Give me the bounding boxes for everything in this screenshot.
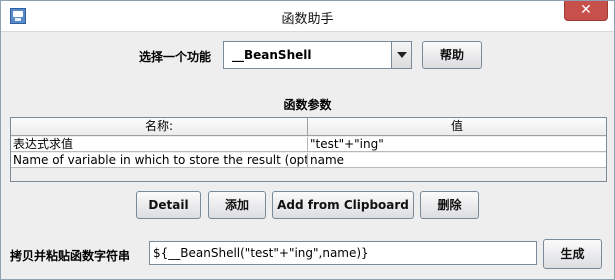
detail-button[interactable]: Detail bbox=[136, 191, 201, 219]
param-value-cell[interactable]: "test"+"ing" bbox=[308, 137, 606, 152]
column-header-name[interactable]: 名称: bbox=[11, 118, 308, 136]
function-params-title: 函数参数 bbox=[283, 98, 332, 112]
function-helper-dialog: 函数助手 ✕ 选择一个功能 __BeanShell 帮助 函数参数 名称: 值 … bbox=[0, 0, 615, 280]
table-row[interactable]: Name of variable in which to store the r… bbox=[11, 153, 606, 168]
title-bar: 函数助手 ✕ bbox=[1, 1, 614, 32]
add-from-clipboard-button[interactable]: Add from Clipboard bbox=[272, 191, 414, 219]
help-button[interactable]: 帮助 bbox=[422, 41, 482, 69]
function-select-label: 选择一个功能 bbox=[139, 50, 212, 64]
chevron-down-icon[interactable] bbox=[391, 42, 411, 68]
column-header-value[interactable]: 值 bbox=[308, 118, 606, 136]
close-button[interactable]: ✕ bbox=[564, 1, 608, 21]
window-title: 函数助手 bbox=[281, 12, 334, 27]
param-name-cell[interactable]: 表达式求值 bbox=[11, 137, 308, 152]
function-string-field[interactable]: ${__BeanShell("test"+"ing",name)} bbox=[149, 241, 537, 265]
add-button[interactable]: 添加 bbox=[208, 191, 266, 219]
table-row[interactable]: 表达式求值 "test"+"ing" bbox=[11, 137, 606, 152]
param-name-cell[interactable]: Name of variable in which to store the r… bbox=[11, 153, 308, 168]
params-table-header: 名称: 值 bbox=[11, 118, 606, 136]
generate-button[interactable]: 生成 bbox=[543, 239, 602, 269]
dialog-content: 选择一个功能 __BeanShell 帮助 函数参数 名称: 值 表达式求值 "… bbox=[7, 33, 608, 275]
function-combobox[interactable]: __BeanShell bbox=[223, 41, 412, 69]
params-table: 名称: 值 表达式求值 "test"+"ing" Name of variabl… bbox=[10, 117, 607, 182]
param-value-cell[interactable]: name bbox=[308, 153, 606, 168]
delete-button[interactable]: 删除 bbox=[420, 191, 479, 219]
function-combobox-value: __BeanShell bbox=[232, 48, 312, 62]
copy-paste-label: 拷贝并粘贴函数字符串 bbox=[10, 249, 131, 263]
